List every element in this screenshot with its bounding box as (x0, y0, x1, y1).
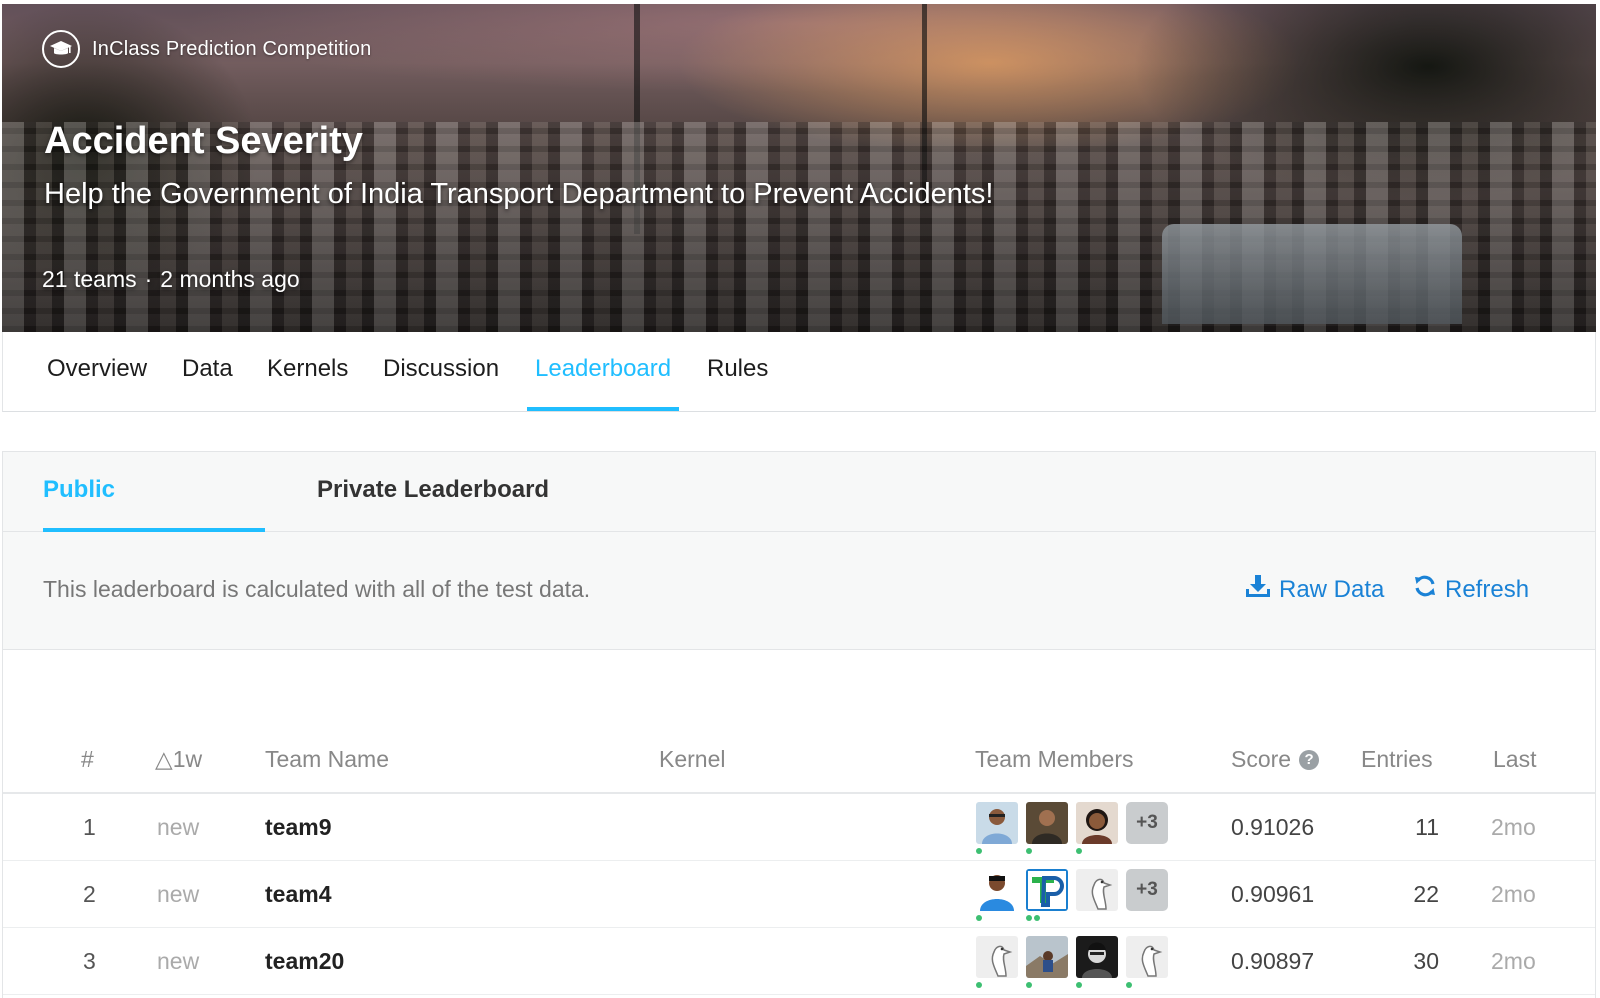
row-entries: 30 (1413, 948, 1439, 974)
member-avatar[interactable] (976, 802, 1018, 854)
tab-data[interactable]: Data (174, 332, 241, 412)
team-count: 21 teams (42, 266, 137, 292)
team-members: +3 (976, 802, 1168, 854)
row-rank: 2 (83, 881, 96, 907)
tab-private-leaderboard[interactable]: Private Leaderboard (317, 452, 549, 532)
download-icon (1245, 574, 1271, 605)
more-members-badge[interactable]: +3 (1126, 869, 1168, 911)
tab-leaderboard[interactable]: Leaderboard (527, 332, 680, 411)
table-row[interactable]: 1 new team9 +3 0.91026 11 2mo (3, 794, 1595, 861)
tab-kernels[interactable]: Kernels (259, 332, 356, 412)
team-members: +3 (976, 869, 1168, 921)
member-avatar[interactable] (1076, 802, 1118, 854)
leaderboard-tabs: Public Leaderboard Private Leaderboard (3, 452, 1595, 579)
tab-discussion[interactable]: Discussion (375, 332, 507, 412)
row-rank: 3 (83, 948, 96, 974)
competition-nav: Overview Data Kernels Discussion Leaderb… (2, 332, 1596, 412)
refresh-icon (1413, 574, 1437, 605)
col-kernel: Kernel (659, 746, 726, 772)
competition-subtitle: Help the Government of India Transport D… (44, 178, 994, 210)
member-avatar[interactable] (1026, 869, 1068, 921)
row-entries: 22 (1413, 881, 1439, 907)
team-members (976, 936, 1168, 988)
tab-rules[interactable]: Rules (699, 332, 776, 412)
raw-data-button[interactable]: Raw Data (1245, 574, 1384, 605)
row-delta: new (157, 881, 200, 907)
row-team-name[interactable]: team4 (265, 861, 331, 927)
col-entries: Entries (1361, 746, 1433, 772)
row-score: 0.90961 (1231, 881, 1315, 907)
refresh-button[interactable]: Refresh (1413, 574, 1529, 605)
row-team-name[interactable]: team20 (265, 928, 344, 994)
table-row[interactable]: 2 new team4 +3 0.90961 22 2mo (3, 861, 1595, 928)
row-last: 2mo (1491, 948, 1536, 974)
leaderboard-info-bar: This leaderboard is calculated with all … (3, 532, 1595, 650)
col-rank: # (81, 746, 94, 772)
row-score: 0.91026 (1231, 814, 1315, 840)
table-row[interactable]: 3 new team20 0.90897 30 2mo (3, 928, 1595, 995)
competition-type-label: InClass Prediction Competition (92, 37, 372, 60)
row-last: 2mo (1491, 814, 1536, 840)
row-delta: new (157, 948, 200, 974)
row-rank: 1 (83, 814, 96, 840)
graduation-cap-icon (42, 30, 80, 68)
member-avatar[interactable] (1076, 869, 1118, 921)
row-score: 0.90897 (1231, 948, 1315, 974)
meta-separator: · (144, 266, 153, 292)
member-avatar[interactable] (1026, 936, 1068, 988)
row-team-name[interactable]: team9 (265, 794, 331, 860)
col-team-name: Team Name (265, 746, 389, 772)
competition-age: 2 months ago (160, 266, 300, 292)
col-score-label: Score (1231, 746, 1292, 772)
refresh-label: Refresh (1445, 575, 1530, 603)
raw-data-label: Raw Data (1279, 575, 1385, 603)
competition-type: InClass Prediction Competition (42, 30, 371, 68)
leaderboard-panel: Public Leaderboard Private Leaderboard T… (2, 451, 1596, 998)
member-avatar[interactable] (976, 869, 1018, 921)
page: InClass Prediction Competition Accident … (0, 0, 1600, 998)
help-icon[interactable]: ? (1299, 749, 1320, 770)
competition-title: Accident Severity (44, 120, 363, 162)
tab-overview[interactable]: Overview (39, 332, 155, 412)
col-last: Last (1493, 746, 1537, 772)
competition-header: InClass Prediction Competition Accident … (2, 4, 1596, 332)
competition-meta: 21 teams · 2 months ago (42, 266, 300, 293)
member-avatar[interactable] (1076, 936, 1118, 988)
col-team-members: Team Members (975, 746, 1134, 772)
member-avatar[interactable] (976, 936, 1018, 988)
leaderboard-info-text: This leaderboard is calculated with all … (43, 576, 591, 602)
row-last: 2mo (1491, 881, 1536, 907)
col-delta: △1w (155, 746, 203, 772)
row-entries: 11 (1415, 814, 1439, 840)
member-avatar[interactable] (1126, 936, 1168, 988)
row-delta: new (157, 814, 200, 840)
more-members-badge[interactable]: +3 (1126, 802, 1168, 844)
tab-public-leaderboard[interactable]: Public Leaderboard (43, 452, 265, 579)
member-avatar[interactable] (1026, 802, 1068, 854)
col-score: Score ? (1231, 746, 1320, 773)
